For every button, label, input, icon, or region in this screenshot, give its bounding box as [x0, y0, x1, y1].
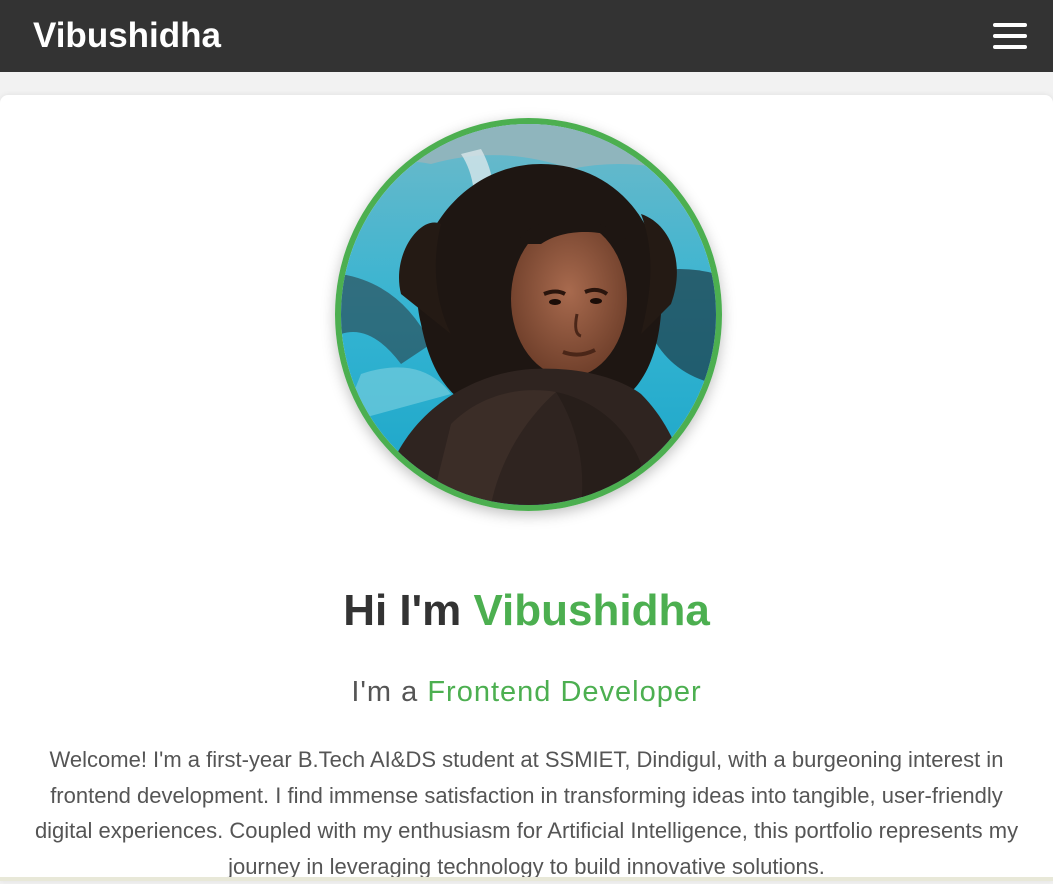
menu-bar	[993, 23, 1027, 27]
profile-photo-illustration	[341, 124, 716, 505]
greeting-prefix: Hi I'm	[343, 586, 474, 635]
role-title: Frontend Developer	[427, 676, 702, 708]
menu-bar	[993, 34, 1027, 38]
profile-avatar	[335, 118, 722, 511]
brand-logo-text[interactable]: Vibushidha	[33, 16, 221, 56]
role-prefix: I'm a	[351, 676, 428, 708]
hamburger-menu-icon[interactable]	[993, 21, 1027, 51]
page-bottom-edge	[0, 877, 1053, 881]
role-subtitle: I'm a Frontend Developer	[0, 673, 1053, 711]
top-navbar: Vibushidha	[0, 0, 1053, 72]
bio-paragraph: Welcome! I'm a first-year B.Tech AI&DS s…	[34, 747, 1019, 879]
greeting-heading: Hi I'm Vibushidha	[0, 585, 1053, 637]
menu-bar	[993, 45, 1027, 49]
greeting-name: Vibushidha	[473, 586, 710, 635]
